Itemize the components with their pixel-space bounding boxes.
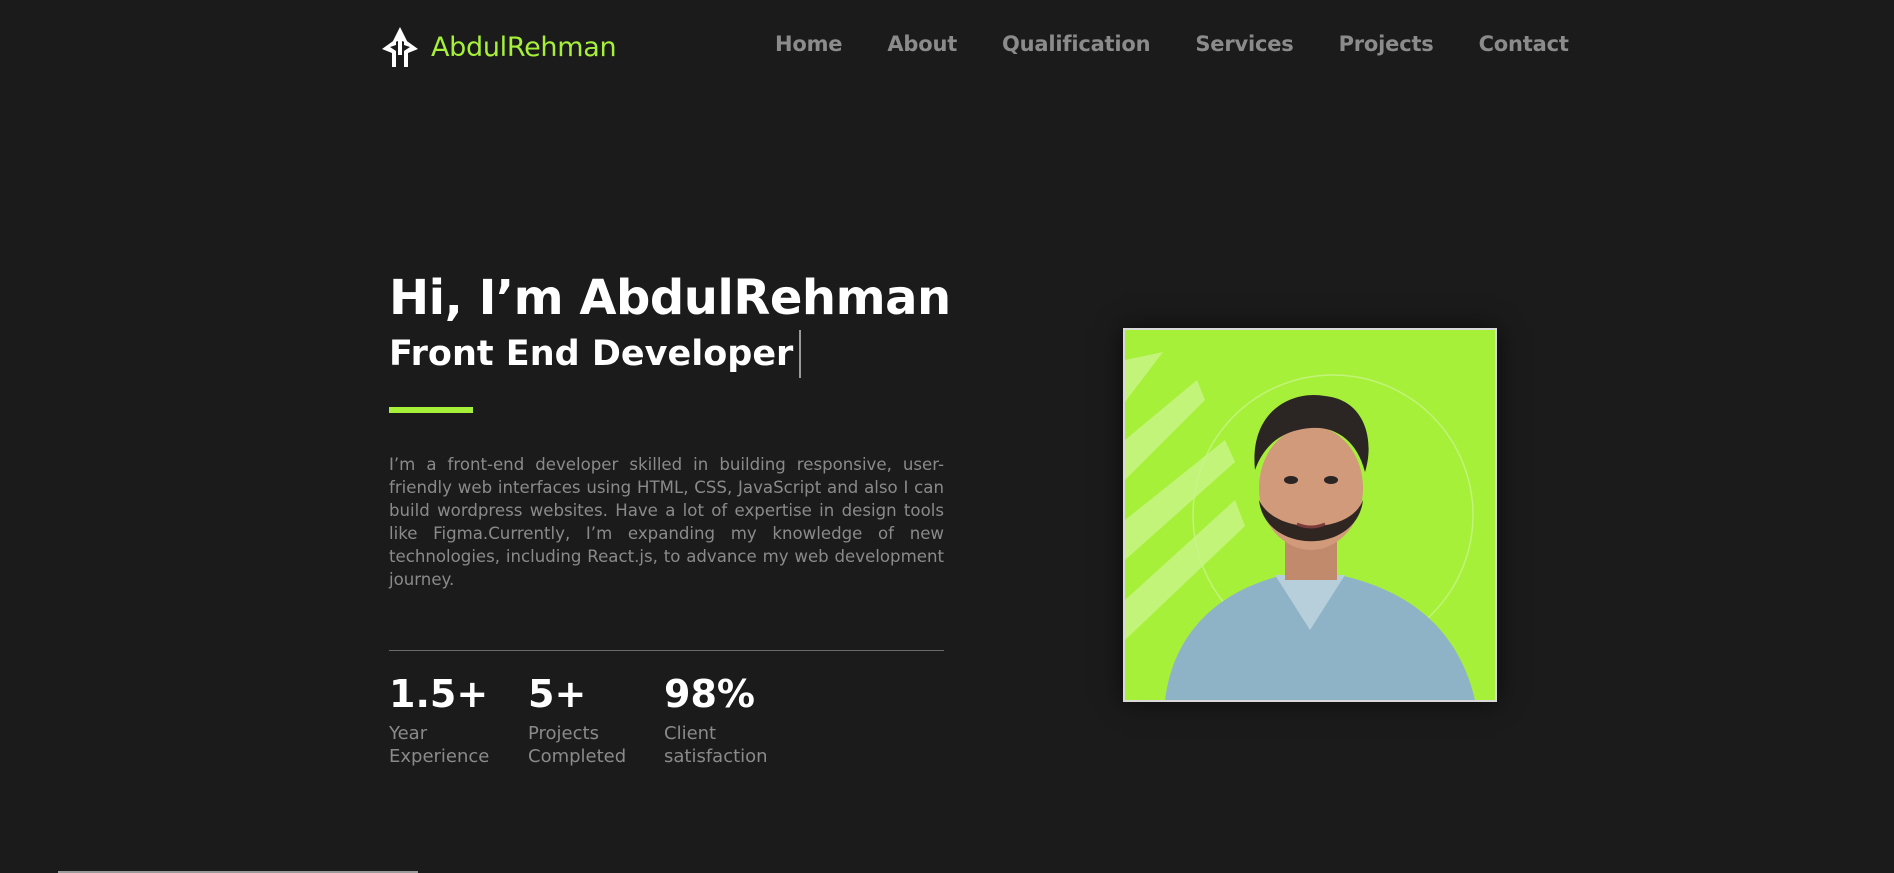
stat-label: Projects Completed: [528, 723, 627, 767]
arrow-monogram-logo-icon: [382, 27, 418, 67]
stat-label: Year Experience: [389, 723, 490, 767]
typing-cursor: [799, 330, 802, 378]
hero-bio: I’m a front-end developer skilled in bui…: [389, 455, 944, 589]
stat-value: 1.5+: [389, 672, 489, 716]
nav-contact[interactable]: Contact: [1479, 32, 1569, 56]
nav-about[interactable]: About: [887, 32, 957, 56]
stat-satisfaction: 98% Client satisfaction: [664, 672, 784, 768]
brand-name: AbdulRehman: [431, 31, 617, 63]
stat-value: 5+: [528, 672, 587, 716]
navbar: AbdulRehman Home About Qualification Ser…: [0, 0, 1894, 92]
profile-portrait-image: [1125, 330, 1495, 700]
hero-title: Hi, I’m AbdulRehman: [389, 270, 951, 326]
stat-value: 98%: [664, 672, 755, 716]
hero-subtitle-text: Front End Developer: [389, 334, 794, 374]
accent-divider: [389, 407, 473, 413]
profile-photo: [1123, 328, 1497, 702]
nav-home[interactable]: Home: [775, 32, 843, 56]
stat-label: Client satisfaction: [664, 723, 768, 767]
main-nav: Home About Qualification Services Projec…: [775, 32, 1569, 56]
nav-services[interactable]: Services: [1195, 32, 1293, 56]
nav-projects[interactable]: Projects: [1339, 32, 1434, 56]
nav-qualification[interactable]: Qualification: [1002, 32, 1151, 56]
brand-logo[interactable]: AbdulRehman: [378, 25, 617, 69]
stats-divider: [389, 650, 944, 651]
hero-subtitle: Front End Developer: [389, 330, 802, 378]
stat-projects: 5+ Projects Completed: [528, 672, 648, 768]
stat-experience: 1.5+ Year Experience: [389, 672, 509, 768]
